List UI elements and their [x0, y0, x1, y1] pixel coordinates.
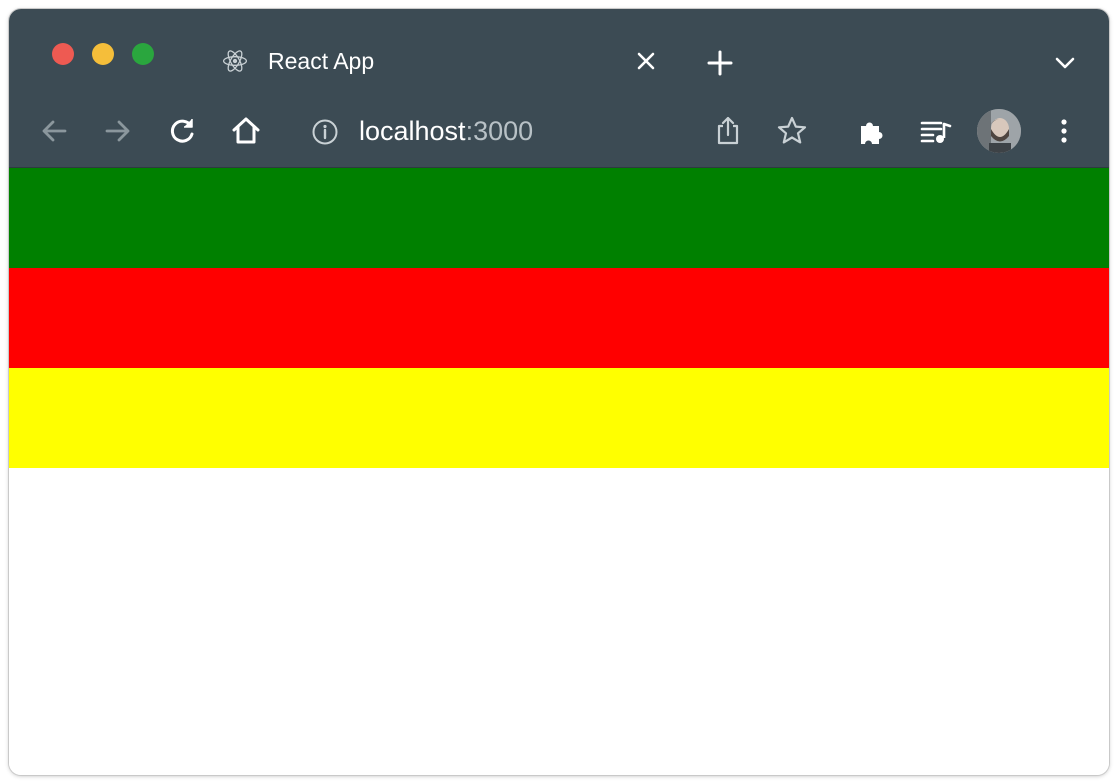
forward-arrow-icon[interactable]: [101, 114, 135, 148]
tab-title: React App: [268, 48, 375, 74]
url-host: localhost: [359, 116, 466, 146]
browser-window: React App localhost:3000: [9, 9, 1109, 775]
red-box: [9, 268, 1109, 368]
back-arrow-icon[interactable]: [37, 114, 71, 148]
close-window-button[interactable]: [52, 43, 74, 65]
url-port: :3000: [465, 116, 534, 146]
more-vert-icon[interactable]: [1047, 114, 1081, 148]
tab-strip: React App: [9, 9, 1109, 95]
plus-icon[interactable]: [706, 49, 734, 77]
star-icon[interactable]: [775, 114, 809, 148]
navigation-toolbar: localhost:3000: [9, 95, 1109, 168]
address-bar[interactable]: localhost:3000: [291, 107, 847, 155]
profile-avatar[interactable]: [977, 109, 1021, 153]
extensions-icon[interactable]: [855, 114, 889, 148]
tab-react-app[interactable]: React App: [200, 39, 670, 83]
green-box: [9, 168, 1109, 268]
reload-icon[interactable]: [165, 114, 199, 148]
home-icon[interactable]: [229, 114, 263, 148]
share-icon[interactable]: [711, 114, 745, 148]
url-text[interactable]: localhost:3000: [359, 115, 533, 147]
yellow-box: [9, 368, 1109, 468]
react-icon: [222, 50, 248, 72]
chevron-down-icon[interactable]: [1052, 50, 1078, 76]
page-viewport: [9, 168, 1109, 775]
minimize-window-button[interactable]: [92, 43, 114, 65]
close-icon[interactable]: [634, 49, 658, 73]
info-icon[interactable]: [311, 118, 339, 146]
maximize-window-button[interactable]: [132, 43, 154, 65]
media-queue-icon[interactable]: [919, 114, 953, 148]
